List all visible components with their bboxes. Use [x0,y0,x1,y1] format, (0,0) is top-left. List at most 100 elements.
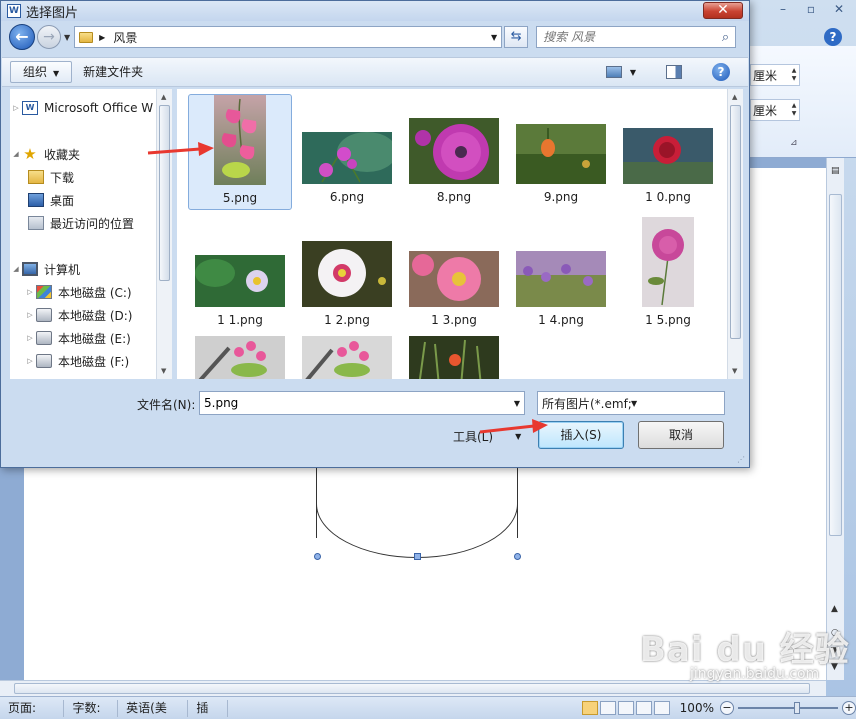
file-item[interactable]: 6.png [295,94,399,210]
search-box[interactable]: ⌕ [536,26,737,48]
shape-right-edge[interactable] [517,468,518,538]
search-icon[interactable]: ⌕ [722,30,729,45]
nav-item-microsoft-office[interactable]: ▷ W Microsoft Office W [10,97,153,119]
filename-dropdown-icon[interactable]: ▼ [514,399,520,408]
shape-left-edge[interactable] [316,468,317,538]
zoom-in-icon[interactable]: + [841,701,856,715]
nav-scroll-thumb[interactable] [159,105,170,281]
zoom-track[interactable] [737,702,838,714]
organize-button[interactable]: 组织 ▼ [10,61,73,83]
search-input[interactable] [543,30,714,44]
recent-pages-icon[interactable]: ▼ [64,33,70,42]
refresh-button[interactable]: ⇆ [504,26,529,48]
expand-icon[interactable]: ▷ [24,288,36,296]
nav-item-drive-f[interactable]: ▷ 本地磁盘 (F:) [24,350,129,372]
expand-icon[interactable]: ▷ [24,334,36,342]
collapse-icon[interactable]: ◢ [10,265,22,273]
file-item[interactable]: 1 4.png [509,213,613,329]
outline-icon[interactable] [635,701,652,715]
file-item[interactable]: 1 2.png [295,213,399,329]
scroll-up-icon[interactable]: ▲ [161,93,166,101]
nav-item-drive-e[interactable]: ▷ 本地磁盘 (E:) [24,327,131,349]
dialog-launcher-icon[interactable]: ⊿ [790,138,798,148]
address-dropdown-icon[interactable]: ▼ [491,33,497,42]
document-vertical-scrollbar[interactable]: ▤ ▲ ○ ▼ ▼ [826,158,844,680]
zoom-knob[interactable] [793,702,800,714]
width-spinbox[interactable]: 厘米 ▲ ▼ [750,99,800,121]
address-bar[interactable]: ▶ 风景 ▼ [74,26,503,48]
expand-icon[interactable]: ▷ [24,357,36,365]
file-item[interactable]: 1 0.png [616,94,720,210]
scroll-up-icon[interactable]: ▲ [831,604,838,614]
zoom-level[interactable]: 100% [680,701,714,715]
document-hscroll-thumb[interactable] [14,683,810,694]
collapse-icon[interactable]: ◢ [10,150,22,158]
resize-handle[interactable] [414,553,421,560]
word-maximize-icon[interactable]: ▫ [798,0,824,18]
spin-arrows-icon[interactable]: ▲ ▼ [789,102,799,118]
nav-item-downloads[interactable]: 下载 [28,166,74,188]
nav-item-recent[interactable]: 最近访问的位置 [28,212,134,234]
help-icon[interactable]: ? [712,63,730,81]
expand-icon[interactable]: ▷ [24,311,36,319]
word-count[interactable]: 字数: 0 [64,699,119,719]
preview-pane-icon[interactable] [666,65,682,79]
page-count[interactable]: 页面: 1/1 [0,699,65,719]
language-indicator[interactable]: 英语(美国) [118,699,189,719]
zoom-out-icon[interactable]: − [719,701,734,715]
breadcrumb-arrow-icon[interactable]: ▶ [99,33,105,42]
word-minimize-icon[interactable]: – [770,0,796,18]
full-screen-reading-icon[interactable] [599,701,616,715]
nav-item-favorites[interactable]: ◢ ★ 收藏夹 [10,143,80,165]
resize-handle[interactable] [514,553,521,560]
file-item[interactable] [295,332,399,379]
word-close-icon[interactable]: ✕ [826,0,852,18]
shape-bottom-curve[interactable] [316,504,518,558]
filename-input[interactable] [204,396,504,410]
dialog-titlebar[interactable]: W 选择图片 ✕ [1,1,749,21]
file-item[interactable]: 8.png [402,94,506,210]
file-item[interactable]: 9.png [509,94,613,210]
print-layout-icon[interactable] [581,701,598,715]
file-scroll-thumb[interactable] [730,105,741,339]
insert-button[interactable]: 插入(S) [538,421,624,449]
nav-item-computer[interactable]: ◢ 计算机 [10,258,80,280]
cancel-button[interactable]: 取消 [638,421,724,449]
resize-grip-icon[interactable]: ⋰ [737,455,745,464]
document-horizontal-scrollbar[interactable] [0,680,826,696]
nav-item-drive-c[interactable]: ▷ 本地磁盘 (C:) [24,281,132,303]
forward-button[interactable]: → [37,25,61,49]
resize-handle[interactable] [314,553,321,560]
close-button[interactable]: ✕ [703,2,743,19]
file-item[interactable]: 1 3.png [402,213,506,329]
back-button[interactable]: ← [9,24,35,50]
word-help-icon[interactable]: ? [824,28,842,46]
chevron-down-icon[interactable]: ▼ [631,399,720,408]
scroll-down-icon[interactable]: ▼ [161,367,166,375]
height-spinbox[interactable]: 厘米 ▲ ▼ [750,64,800,86]
view-dropdown-icon[interactable]: ▼ [630,68,636,77]
ruler-toggle-icon[interactable]: ▤ [831,166,840,176]
new-folder-button[interactable]: 新建文件夹 [72,61,154,83]
draft-icon[interactable] [653,701,670,715]
file-item[interactable]: 1 5.png [616,213,720,329]
file-item[interactable]: 1 1.png [188,213,292,329]
file-list-scrollbar[interactable]: ▲ ▼ [727,89,743,379]
spin-arrows-icon[interactable]: ▲ ▼ [789,67,799,83]
change-view-icon[interactable] [605,66,622,78]
insert-mode-indicator[interactable]: 插入 [188,699,228,719]
expand-icon[interactable]: ▷ [10,104,22,112]
web-layout-icon[interactable] [617,701,634,715]
nav-pane-scrollbar[interactable]: ▲ ▼ [156,89,172,379]
file-item[interactable] [188,332,292,379]
address-path[interactable]: 风景 [113,29,137,46]
nav-item-drive-d[interactable]: ▷ 本地磁盘 (D:) [24,304,132,326]
file-item[interactable] [402,332,506,379]
nav-item-desktop[interactable]: 桌面 [28,189,74,211]
zoom-slider[interactable]: − + [719,701,856,715]
scroll-down-icon[interactable]: ▼ [732,367,737,375]
filename-field[interactable]: ▼ [199,391,525,415]
filetype-select[interactable]: 所有图片(*.emf;*.wmf;*.jpg;*.jp ▼ [537,391,725,415]
document-scroll-thumb[interactable] [829,194,842,536]
scroll-up-icon[interactable]: ▲ [732,93,737,101]
